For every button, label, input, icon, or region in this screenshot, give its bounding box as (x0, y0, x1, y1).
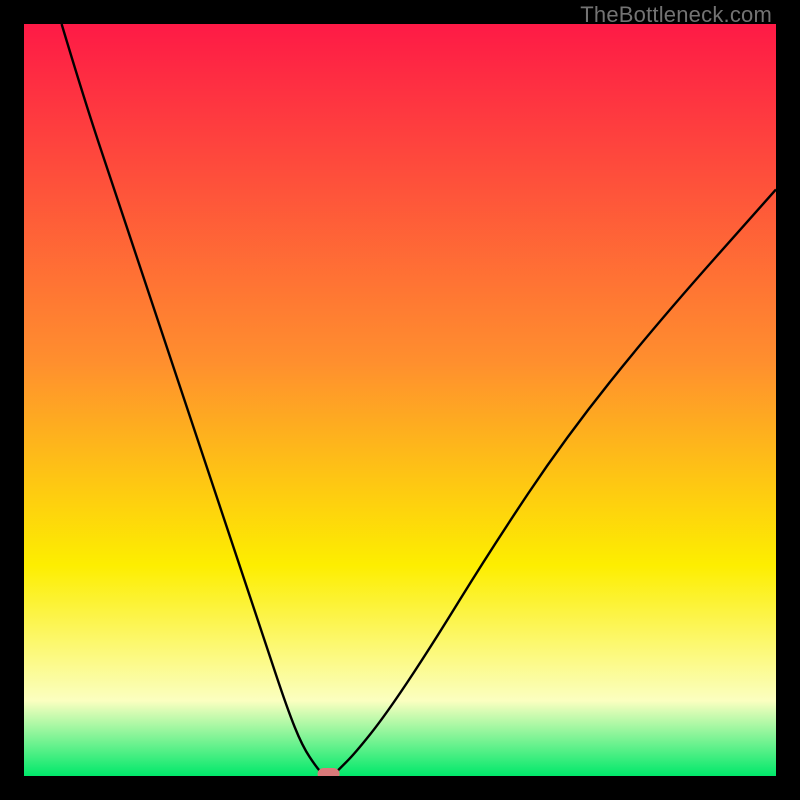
optimum-marker (318, 768, 340, 776)
bottleneck-chart (24, 24, 776, 776)
chart-frame (24, 24, 776, 776)
gradient-background (24, 24, 776, 776)
